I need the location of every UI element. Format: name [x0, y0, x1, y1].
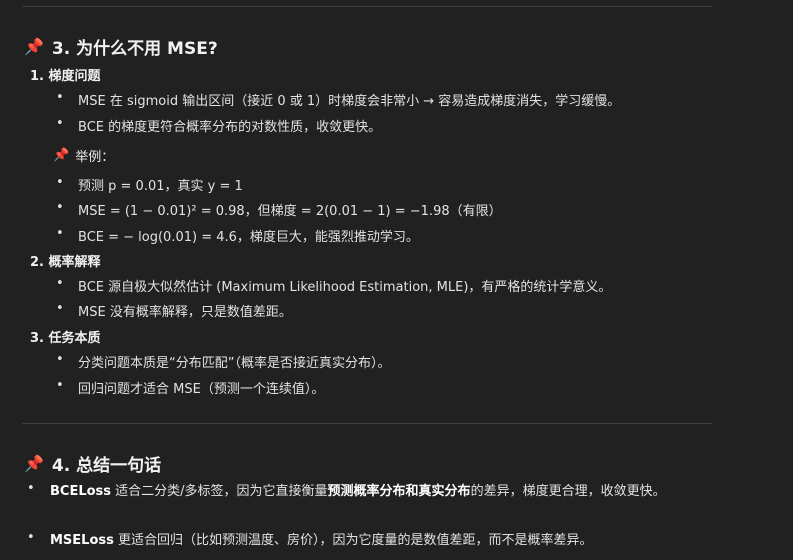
divider-middle — [22, 423, 712, 424]
group-2-heading: 2. 概率解释 — [30, 255, 101, 270]
example-item: MSE = (1 − 0.01)² = 0.98，但梯度 = 2(0.01 − … — [56, 200, 502, 219]
divider-top — [22, 6, 712, 7]
example-item: 预测 p = 0.01，真实 y = 1 — [56, 175, 243, 194]
list-item: MSE 在 sigmoid 输出区间（接近 0 或 1）时梯度会非常小 → 容易… — [56, 90, 620, 109]
list-item: BCE 源自极大似然估计 (Maximum Likelihood Estimat… — [56, 276, 611, 295]
summary-item: BCELoss 适合二分类/多标签，因为它直接衡量预测概率分布和真实分布的差异，… — [27, 481, 710, 503]
pushpin-icon: 📌 — [24, 36, 44, 56]
list-item: MSE 没有概率解释，只是数值差距。 — [56, 301, 292, 320]
summary-item: MSELoss 更适合回归（比如预测温度、房价），因为它度量的是数值差距，而不是… — [27, 530, 710, 552]
list-item: BCE 的梯度更符合概率分布的对数性质，收敛更快。 — [56, 116, 381, 135]
group-3-heading: 3. 任务本质 — [30, 331, 101, 346]
pushpin-icon: 📌 — [24, 453, 44, 473]
list-item: 分类问题本质是“分布匹配”（概率是否接近真实分布）。 — [56, 352, 390, 371]
list-item: 回归问题才适合 MSE（预测一个连续值）。 — [56, 378, 324, 397]
group-1-heading: 1. 梯度问题 — [30, 69, 101, 84]
section-3-heading: 📌 3. 为什么不用 MSE? — [24, 34, 218, 59]
section-4-heading: 📌 4. 总结一句话 — [24, 451, 161, 476]
section-3-title: 3. 为什么不用 MSE? — [51, 39, 218, 59]
example-item: BCE = − log(0.01) = 4.6，梯度巨大，能强烈推动学习。 — [56, 226, 419, 245]
pushpin-icon: 📌 — [53, 148, 70, 163]
example-heading: 📌 举例： — [53, 148, 115, 165]
section-4-title: 4. 总结一句话 — [51, 456, 162, 476]
